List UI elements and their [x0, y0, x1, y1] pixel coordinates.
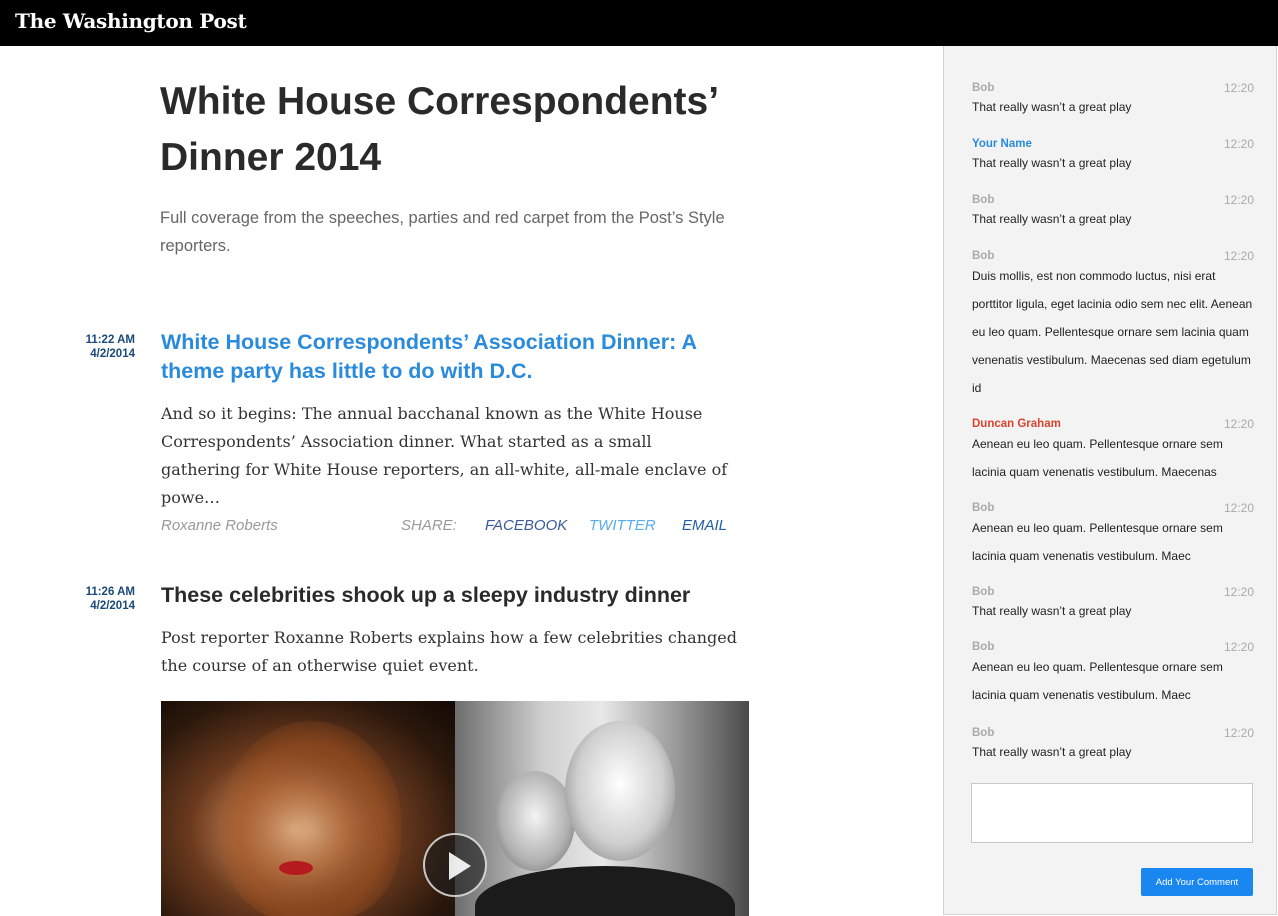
share-facebook-link[interactable]: FACEBOOK — [485, 517, 567, 534]
story-time: 11:26 AM — [85, 586, 135, 598]
comment-time: 12:20 — [1223, 81, 1254, 95]
comment-author: Bob — [972, 82, 995, 94]
comment-text: Aenean eu leo quam. Pellentesque ornare … — [972, 521, 1223, 563]
page-subtitle: Full coverage from the speeches, parties… — [160, 209, 725, 255]
comment-text: That really wasn’t a great play — [972, 156, 1132, 170]
page-title: White House Correspondents’ Dinner 2014 — [160, 80, 717, 179]
comments-sidebar: Bob 12:20 That really wasn’t a great pla… — [943, 46, 1277, 915]
liveblog-main: White House Correspondents’ Dinner 2014 … — [0, 46, 943, 916]
video-thumbnail-right — [455, 701, 749, 916]
story-time: 11:22 AM — [85, 334, 135, 346]
comment-time: 12:20 — [1223, 501, 1254, 515]
video-player[interactable] — [161, 701, 749, 916]
comment-text: That really wasn’t a great play — [972, 100, 1132, 114]
comment-item: Duncan Graham 12:20 Aenean eu leo quam. … — [972, 417, 1254, 487]
story-date: 4/2/2014 — [90, 348, 135, 360]
comment-author: Bob — [972, 194, 995, 206]
comment-item: Your Name 12:20 That really wasn’t a gre… — [972, 137, 1254, 170]
share-email-link[interactable]: EMAIL — [682, 517, 727, 534]
comment-item: Bob 12:20 That really wasn’t a great pla… — [972, 726, 1254, 759]
comment-item: Bob 12:20 Duis mollis, est non commodo l… — [972, 249, 1254, 399]
washington-post-logo[interactable]: The Washington Post — [15, 9, 247, 33]
comment-item: Bob 12:20 That really wasn’t a great pla… — [972, 193, 1254, 226]
story-headline: These celebrities shook up a sleepy indu… — [161, 583, 691, 607]
comment-author: Bob — [972, 502, 995, 514]
comment-time: 12:20 — [1223, 640, 1254, 654]
video-thumbnail-left — [161, 701, 455, 916]
comment-author: Bob — [972, 641, 995, 653]
play-icon[interactable] — [423, 833, 487, 897]
comment-text: That really wasn’t a great play — [972, 212, 1132, 226]
story-excerpt: Post reporter Roxanne Roberts explains h… — [161, 628, 737, 675]
byline: Roxanne Roberts — [161, 517, 278, 534]
story-timestamp: 11:26 AM 4/2/2014 — [60, 585, 135, 613]
story-excerpt: And so it begins: The annual bacchanal k… — [161, 404, 728, 507]
share-label: SHARE: — [401, 517, 457, 534]
comment-time: 12:20 — [1223, 726, 1254, 740]
comment-item: Bob 12:20 That really wasn’t a great pla… — [972, 81, 1254, 114]
comment-time: 12:20 — [1223, 193, 1254, 207]
comment-text: Duis mollis, est non commodo luctus, nis… — [972, 269, 1253, 395]
comment-text: That really wasn’t a great play — [972, 604, 1132, 618]
story-byline-share-row: Roxanne Roberts SHARE: FACEBOOK TWITTER … — [161, 517, 751, 537]
comment-item: Bob 12:20 Aenean eu leo quam. Pellentesq… — [972, 501, 1254, 571]
comment-time: 12:20 — [1223, 585, 1254, 599]
comment-time: 12:20 — [1223, 137, 1254, 151]
comment-time: 12:20 — [1223, 249, 1254, 263]
comment-text: That really wasn’t a great play — [972, 745, 1132, 759]
comment-author: Bob — [972, 727, 995, 739]
add-comment-button[interactable]: Add Your Comment — [1141, 868, 1253, 896]
comment-time: 12:20 — [1223, 417, 1254, 431]
comment-item: Bob 12:20 Aenean eu leo quam. Pellentesq… — [972, 640, 1254, 710]
comment-author: Your Name — [972, 138, 1032, 150]
site-header: The Washington Post — [0, 0, 1278, 46]
comment-text: Aenean eu leo quam. Pellentesque ornare … — [972, 660, 1223, 702]
comment-item: Bob 12:20 That really wasn’t a great pla… — [972, 585, 1254, 618]
story-headline-link[interactable]: White House Correspondents’ Association … — [161, 328, 761, 386]
comment-author: Bob — [972, 586, 995, 598]
story-timestamp: 11:22 AM 4/2/2014 — [60, 333, 135, 361]
share-twitter-link[interactable]: TWITTER — [589, 517, 656, 534]
comment-author: Bob — [972, 250, 995, 262]
comment-text: Aenean eu leo quam. Pellentesque ornare … — [972, 437, 1223, 479]
story-date: 4/2/2014 — [90, 600, 135, 612]
comment-input[interactable] — [971, 783, 1253, 843]
comment-author: Duncan Graham — [972, 418, 1061, 430]
